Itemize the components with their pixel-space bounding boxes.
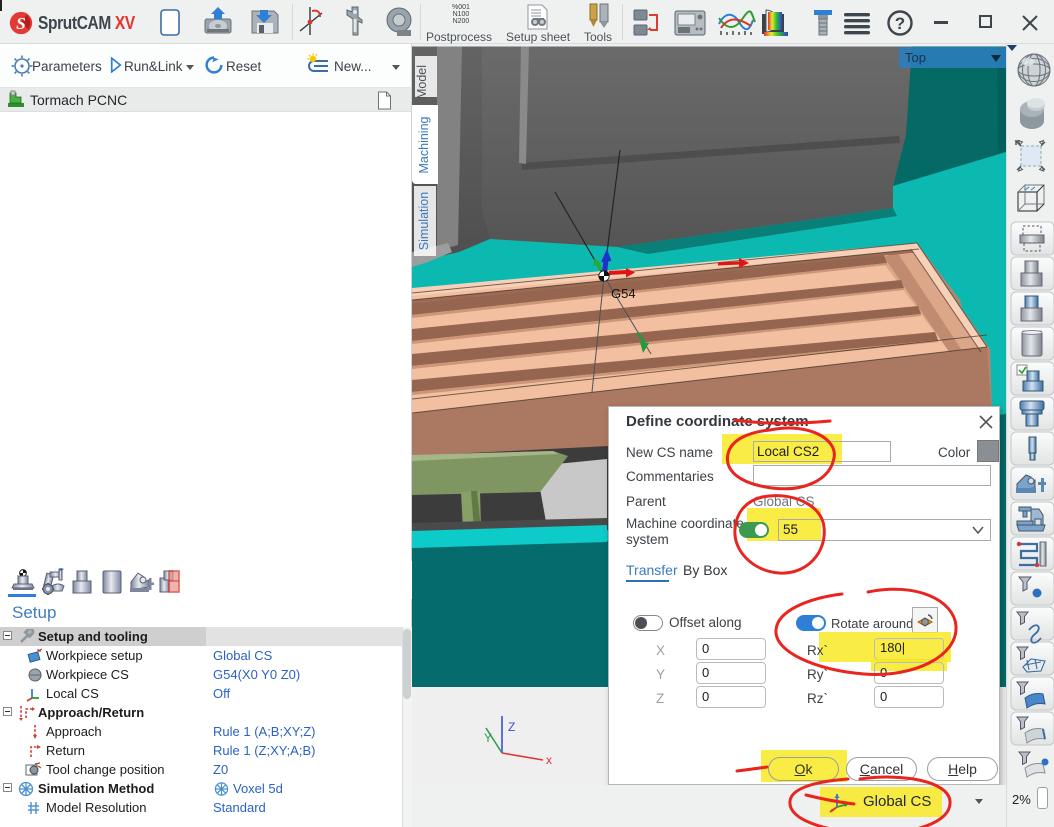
svg-text:Y: Y [484,731,492,745]
svg-text:G54: G54 [611,286,636,301]
svg-text:?: ? [895,14,905,33]
svg-text:Top: Top [905,50,926,65]
svg-text:Z: Z [508,720,515,734]
svg-text:S: S [16,14,26,33]
svg-text:x: x [546,753,552,767]
